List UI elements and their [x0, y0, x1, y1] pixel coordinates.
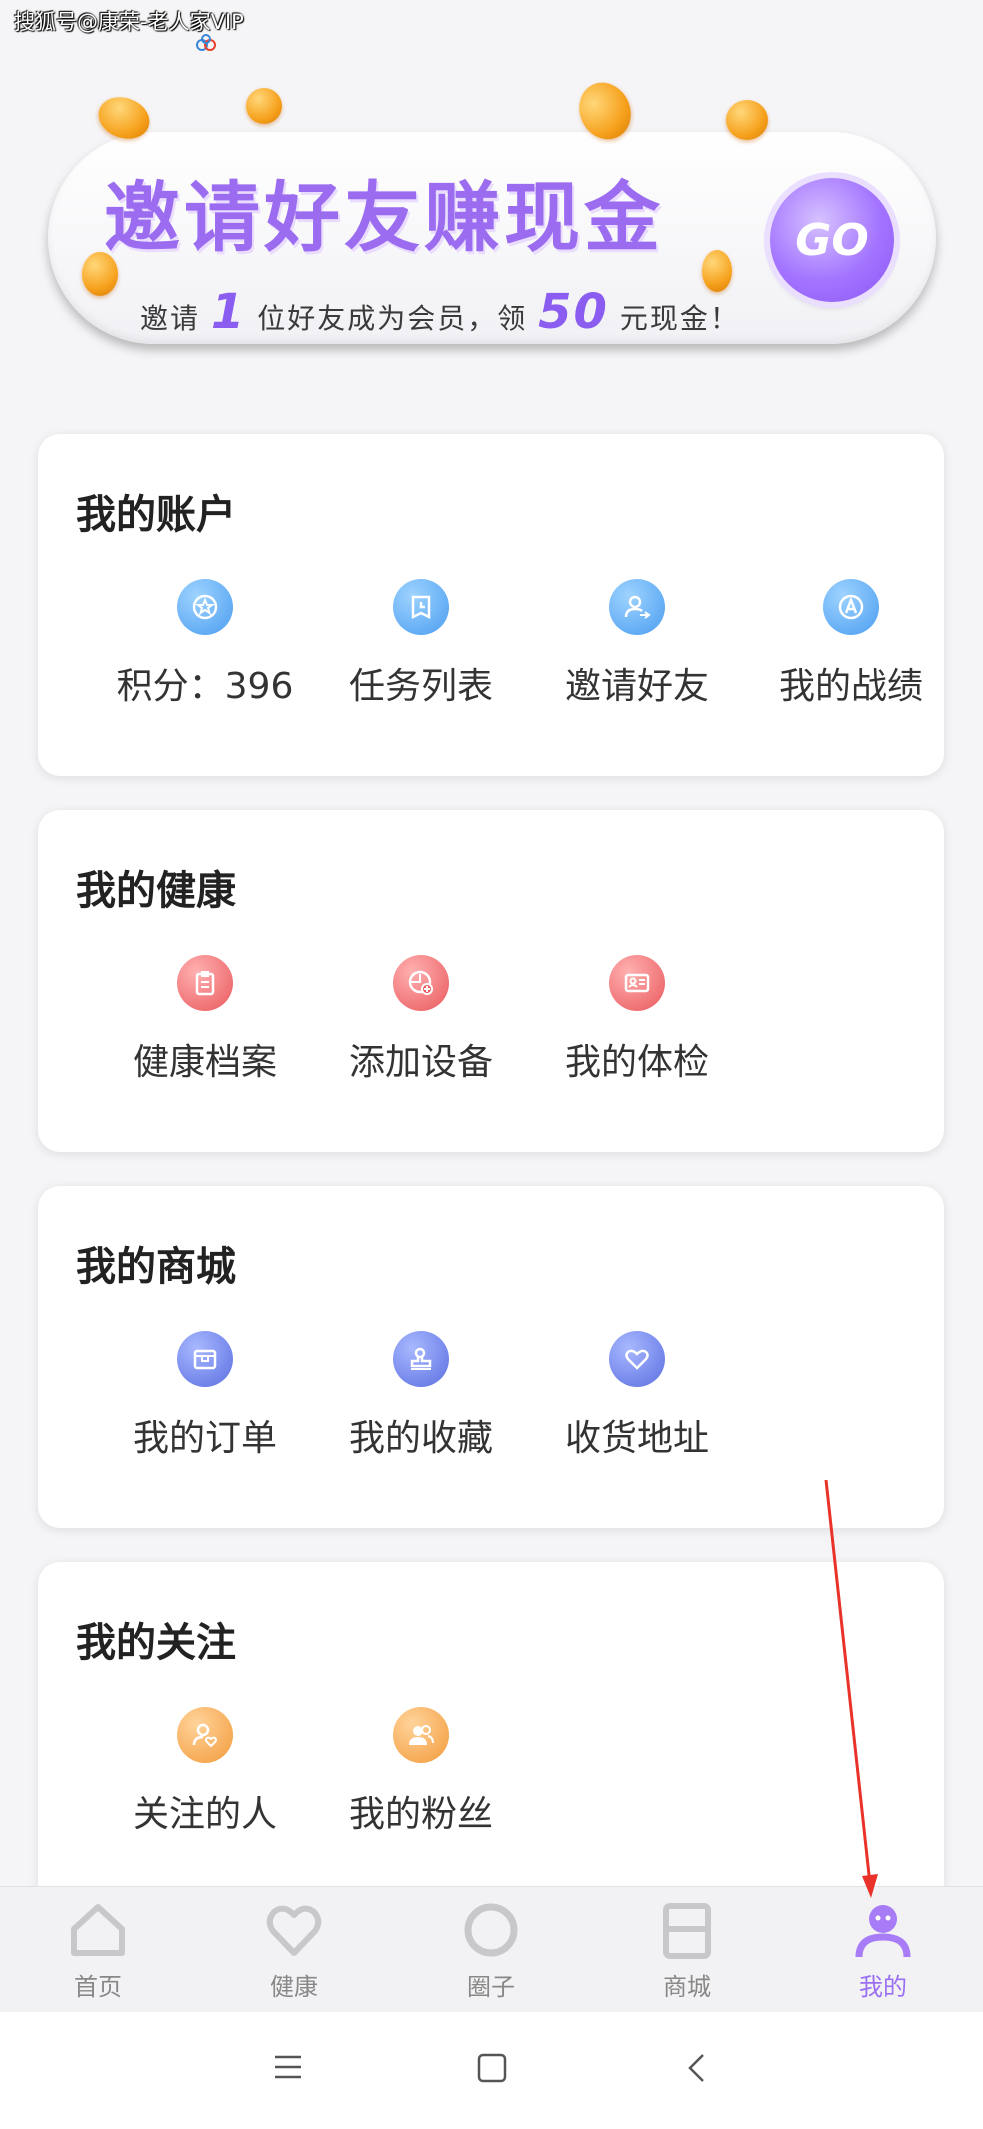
favorite-stamp-icon [393, 1331, 449, 1387]
item-label: 我的粉丝 [348, 1794, 493, 1835]
tab-circle[interactable]: 圈子 [431, 1901, 551, 2002]
card-title: 我的健康 [76, 868, 236, 914]
task-list-item[interactable]: 任务列表 [314, 579, 528, 707]
tab-mall[interactable]: 商城 [627, 1901, 747, 2002]
card-title: 我的账户 [76, 492, 236, 538]
my-favorites-item[interactable]: 我的收藏 [314, 1331, 528, 1459]
watermark-logo-icon [196, 34, 216, 51]
profile-icon [855, 1905, 911, 1958]
tab-label: 我的 [859, 1973, 907, 2001]
points-item[interactable]: 积分：396 [98, 579, 312, 707]
achievements-item[interactable]: 我的战绩 [744, 579, 958, 707]
bottom-tab-bar: 首页 健康 圈子 商城 我的 [0, 1886, 983, 2013]
item-label: 添加设备 [348, 1042, 493, 1083]
go-button[interactable]: GO [770, 178, 894, 302]
card-title: 我的商城 [76, 1244, 236, 1290]
achievement-icon [823, 579, 879, 635]
banner-title: 邀请好友赚现金 [104, 173, 664, 262]
item-label: 我的体检 [564, 1042, 709, 1083]
tab-label: 健康 [270, 1973, 318, 2001]
task-clock-icon [393, 579, 449, 635]
invite-user-icon [609, 579, 665, 635]
item-label: 健康档案 [132, 1042, 277, 1083]
back-icon[interactable] [684, 2052, 708, 2084]
invite-friends-item[interactable]: 邀请好友 [530, 579, 744, 707]
id-card-icon [609, 955, 665, 1011]
fans-item[interactable]: 我的粉丝 [314, 1707, 528, 1835]
shipping-address-item[interactable]: 收货地址 [530, 1331, 744, 1459]
invite-banner[interactable]: 邀请好友赚现金 邀请 1 位好友成为会员，领 50 元现金！ GO [44, 74, 940, 366]
heart-address-icon [609, 1331, 665, 1387]
item-label: 积分：396 [116, 666, 294, 707]
add-device-icon [393, 955, 449, 1011]
system-navigation-bar [0, 2012, 983, 2129]
tab-mine[interactable]: 我的 [823, 1901, 943, 2002]
followed-user-icon [177, 1707, 233, 1763]
follow-card: 我的关注 关注的人 我的粉丝 [38, 1562, 944, 1922]
item-label: 收货地址 [564, 1418, 709, 1459]
tab-label: 首页 [74, 1973, 122, 2001]
menu-icon[interactable] [272, 2052, 304, 2082]
my-orders-item[interactable]: 我的订单 [98, 1331, 312, 1459]
watermark-text: 搜狐号@康荣-老人家VIP [14, 10, 244, 34]
tab-label: 圈子 [467, 1973, 515, 2001]
card-title: 我的关注 [76, 1620, 236, 1666]
heart-icon [266, 1905, 322, 1956]
item-label: 我的战绩 [778, 666, 923, 707]
item-label: 邀请好友 [564, 666, 709, 707]
fans-icon [393, 1707, 449, 1763]
health-record-item[interactable]: 健康档案 [98, 955, 312, 1083]
home-icon [71, 1904, 125, 1956]
tab-home[interactable]: 首页 [38, 1901, 158, 2002]
tab-health[interactable]: 健康 [234, 1901, 354, 2002]
item-label: 关注的人 [132, 1794, 277, 1835]
health-card: 我的健康 健康档案 添加设备 我的体检 [38, 810, 944, 1152]
item-label: 任务列表 [348, 666, 493, 707]
my-checkup-item[interactable]: 我的体检 [530, 955, 744, 1083]
order-box-icon [177, 1331, 233, 1387]
item-label: 我的订单 [132, 1418, 277, 1459]
add-device-item[interactable]: 添加设备 [314, 955, 528, 1083]
following-item[interactable]: 关注的人 [98, 1707, 312, 1835]
coin-icon [246, 88, 282, 124]
mall-card: 我的商城 我的订单 我的收藏 收货地址 [38, 1186, 944, 1528]
account-card: 我的账户 积分：396 任务列表 邀请好友 我的战绩 [38, 434, 944, 776]
coin-icon [726, 100, 768, 140]
mall-icon [663, 1903, 711, 1959]
banner-subtitle: 邀请 1 位好友成为会员，领 50 元现金！ [140, 284, 740, 340]
tab-label: 商城 [663, 1973, 711, 2001]
home-square-icon[interactable] [476, 2052, 508, 2084]
item-label: 我的收藏 [348, 1418, 493, 1459]
star-badge-icon [177, 579, 233, 635]
clipboard-icon [177, 955, 233, 1011]
circle-icon [464, 1903, 518, 1957]
